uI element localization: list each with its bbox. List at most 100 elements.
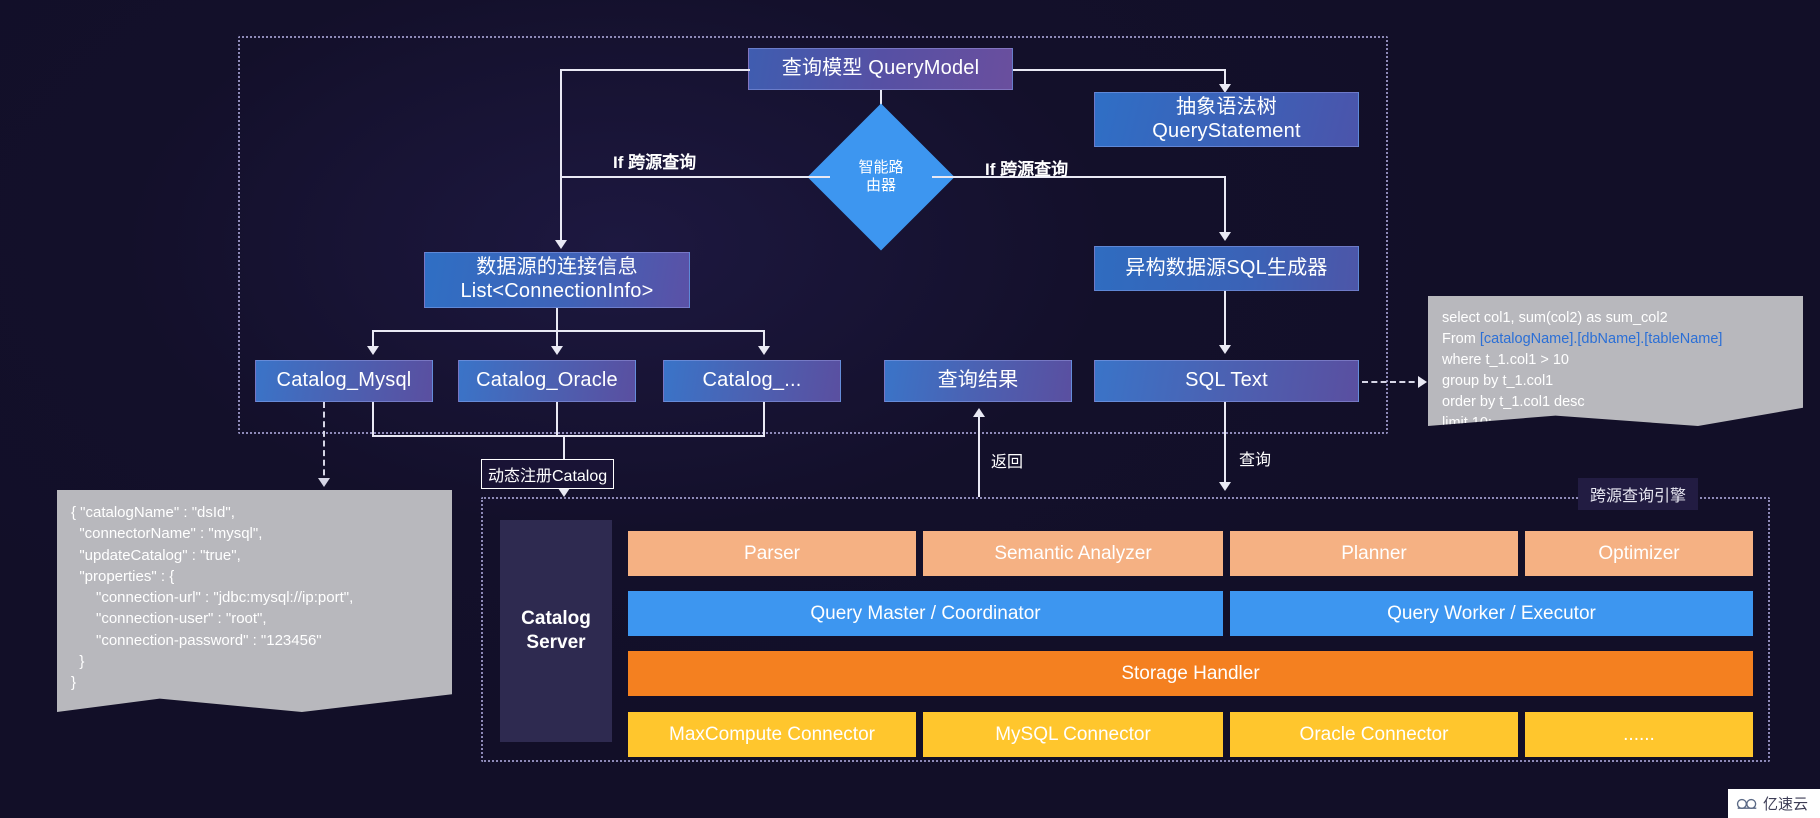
- node-catalog-oracle-label: Catalog_Oracle: [476, 369, 618, 392]
- node-catalog-mysql[interactable]: Catalog_Mysql: [255, 360, 433, 402]
- node-query-model-label: 查询模型 QueryModel: [781, 57, 980, 80]
- sql-callout-text: select col1, sum(col2) as sum_col2 From …: [1428, 296, 1803, 426]
- arrow-catalog-other: [758, 346, 770, 355]
- engine-query-master[interactable]: Query Master / Coordinator: [628, 591, 1223, 636]
- engine-semantic-analyzer-label: Semantic Analyzer: [994, 542, 1152, 564]
- sql-line-1: select col1, sum(col2) as sum_col2: [1442, 310, 1668, 326]
- node-ast-label-en: QueryStatement: [1152, 119, 1301, 142]
- edge-label-query: 查询: [1239, 452, 1272, 469]
- diagram-canvas: 查询模型 QueryModel 抽象语法树 QueryStatement 智能路…: [0, 0, 1820, 818]
- engine-planner-label: Planner: [1341, 542, 1407, 564]
- node-catalog-other-label: Catalog_...: [702, 369, 802, 392]
- cloud-icon: [1736, 798, 1757, 809]
- engine-other-connector[interactable]: ......: [1525, 712, 1753, 757]
- edge-query-result-return: [978, 415, 980, 497]
- engine-maxcompute-connector[interactable]: MaxCompute Connector: [628, 712, 916, 757]
- edge-label-register-catalog: 动态注册Catalog: [481, 459, 615, 489]
- engine-title-badge: 跨源查询引擎: [1578, 478, 1699, 510]
- engine-parser[interactable]: Parser: [628, 531, 916, 576]
- edge-right-vertical-to-generator: [1224, 176, 1226, 238]
- router-label-line1: 智能路: [858, 159, 904, 176]
- edge-router-left: [560, 176, 830, 178]
- catalog-server-line2: Server: [526, 632, 586, 653]
- engine-parser-label: Parser: [744, 542, 800, 564]
- arrow-catalog-oracle: [551, 346, 563, 355]
- engine-query-master-label: Query Master / Coordinator: [810, 602, 1041, 624]
- catalog-server-block[interactable]: Catalog Server: [500, 520, 612, 742]
- edge-sqltext-query: [1224, 402, 1226, 488]
- json-config-callout: { "catalogName" : "dsId", "connectorName…: [57, 490, 452, 712]
- engine-optimizer[interactable]: Optimizer: [1525, 531, 1753, 576]
- sql-line-5: order by t_1.col1 desc: [1442, 394, 1585, 411]
- watermark: 亿速云: [1727, 789, 1820, 818]
- engine-oracle-connector-label: Oracle Connector: [1299, 723, 1449, 745]
- json-line-6: "connection-user" : "root",: [71, 610, 267, 628]
- engine-maxcompute-connector-label: MaxCompute Connector: [669, 723, 875, 745]
- node-sql-text-label: SQL Text: [1185, 369, 1268, 392]
- catalog-server-line1: Catalog: [521, 608, 591, 630]
- node-sql-generator-label: 异构数据源SQL生成器: [1125, 256, 1328, 279]
- node-abstract-syntax-tree[interactable]: 抽象语法树 QueryStatement: [1094, 92, 1359, 147]
- edge-generator-arrowhead: [1219, 232, 1231, 241]
- router-label: 智能路 由器: [829, 159, 933, 195]
- node-catalog-mysql-label: Catalog_Mysql: [276, 369, 412, 392]
- json-line-4: "properties" : {: [71, 567, 175, 585]
- edge-sqltext-arrowhead: [1219, 345, 1231, 354]
- node-query-result-label: 查询结果: [937, 369, 1019, 392]
- edge-conninfo-down: [556, 308, 558, 330]
- edge-router-right: [932, 176, 1224, 178]
- router-label-line2: 由器: [865, 177, 896, 194]
- engine-query-worker-label: Query Worker / Executor: [1387, 602, 1596, 624]
- arrow-return-up: [973, 408, 985, 417]
- json-line-2: "connectorName" : "mysql",: [71, 525, 263, 543]
- edge-catalog-fanout: [372, 330, 764, 332]
- edge-left-vertical: [560, 69, 562, 247]
- node-sql-generator[interactable]: 异构数据源SQL生成器: [1094, 246, 1359, 291]
- node-catalog-oracle[interactable]: Catalog_Oracle: [458, 360, 636, 402]
- engine-oracle-connector[interactable]: Oracle Connector: [1230, 712, 1518, 757]
- node-query-model[interactable]: 查询模型 QueryModel: [748, 48, 1013, 90]
- edge-label-if-cross-right: If 跨源查询: [985, 160, 1069, 179]
- engine-other-connector-label: ......: [1623, 723, 1655, 745]
- sql-line-2-token: [catalogName].[dbName].[tableName]: [1479, 331, 1723, 348]
- edge-catalog-other-down: [763, 402, 765, 435]
- sql-line-4: group by t_1.col1: [1442, 373, 1554, 390]
- engine-storage-handler-label: Storage Handler: [1121, 662, 1260, 684]
- edge-catalog-oracle-down: [556, 402, 558, 435]
- engine-storage-handler[interactable]: Storage Handler: [628, 651, 1753, 696]
- node-connection-info[interactable]: 数据源的连接信息 List<ConnectionInfo>: [424, 252, 690, 308]
- sql-callout: select col1, sum(col2) as sum_col2 From …: [1428, 296, 1803, 426]
- json-line-1: { "catalogName" : "dsId",: [71, 504, 235, 521]
- edge-label-return: 返回: [991, 454, 1024, 471]
- arrow-sql-callout: [1418, 376, 1427, 388]
- engine-planner[interactable]: Planner: [1230, 531, 1518, 576]
- json-line-7: "connection-password" : "123456": [71, 631, 322, 649]
- engine-query-worker[interactable]: Query Worker / Executor: [1230, 591, 1753, 636]
- json-line-8: }: [71, 653, 85, 671]
- watermark-text: 亿速云: [1762, 796, 1808, 813]
- edge-left-arrowhead: [555, 240, 567, 249]
- edge-catalog-merge: [372, 435, 765, 437]
- node-ast-label-cn: 抽象语法树: [1176, 95, 1277, 118]
- json-line-5: "connection-url" : "jdbc:mysql://ip:port…: [71, 589, 354, 607]
- dashed-sqltext-to-callout: [1362, 381, 1424, 383]
- json-line-3: "updateCatalog" : "true",: [71, 546, 241, 564]
- node-sql-text[interactable]: SQL Text: [1094, 360, 1359, 402]
- edge-label-if-cross-left: If 跨源查询: [613, 153, 697, 172]
- dashed-catalog-to-json: [323, 402, 325, 485]
- arrow-register-catalog: [558, 488, 570, 497]
- engine-semantic-analyzer[interactable]: Semantic Analyzer: [923, 531, 1223, 576]
- node-connection-info-line1: 数据源的连接信息: [476, 256, 638, 279]
- engine-mysql-connector[interactable]: MySQL Connector: [923, 712, 1223, 757]
- arrow-catalog-mysql: [367, 346, 379, 355]
- node-connection-info-line2: List<ConnectionInfo>: [460, 280, 654, 302]
- json-line-9: }: [71, 674, 77, 692]
- edge-generator-to-sqltext: [1224, 291, 1226, 351]
- node-intelligent-router[interactable]: 智能路 由器: [807, 103, 955, 251]
- node-query-result[interactable]: 查询结果: [884, 360, 1072, 402]
- engine-optimizer-label: Optimizer: [1598, 542, 1680, 564]
- edge-catalog-mysql-down: [372, 402, 374, 435]
- engine-mysql-connector-label: MySQL Connector: [995, 723, 1151, 745]
- node-catalog-other[interactable]: Catalog_...: [663, 360, 841, 402]
- edge-querymodel-to-left: [560, 69, 750, 71]
